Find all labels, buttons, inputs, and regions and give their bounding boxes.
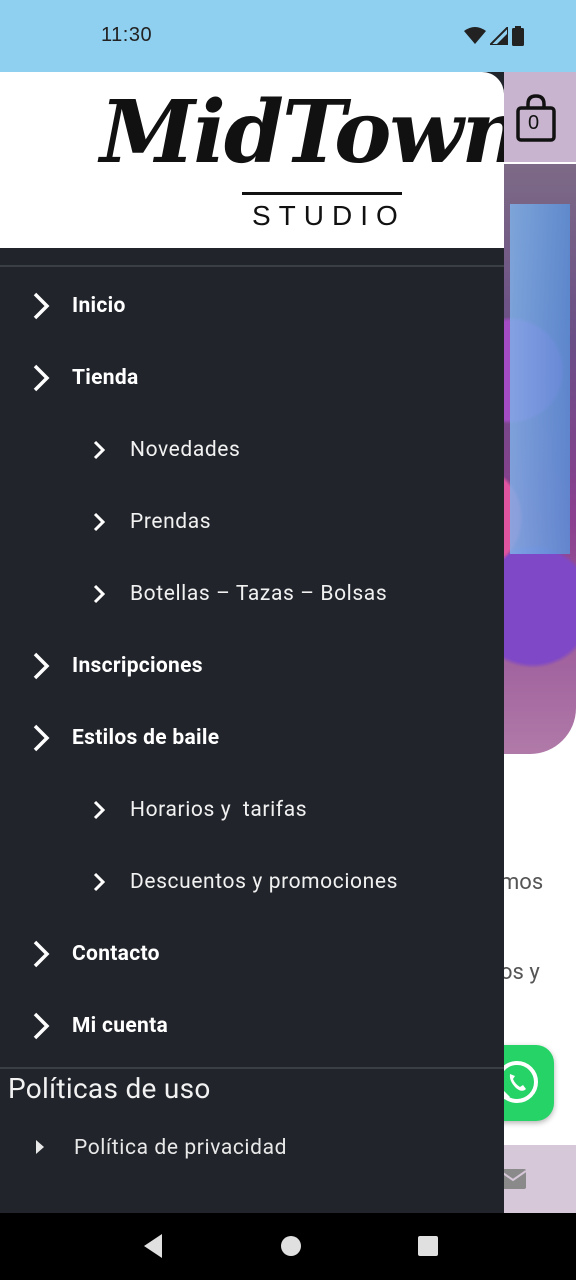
- menu-item-label: Descuentos y promociones: [130, 870, 399, 894]
- chevron-right-icon: [28, 723, 54, 753]
- back-icon[interactable]: [142, 1233, 164, 1259]
- chevron-right-icon: [90, 511, 108, 533]
- menu-item-label: Horarios y tarifas: [130, 798, 308, 822]
- logo-underline: [242, 192, 402, 195]
- cart-count: 0: [528, 112, 540, 134]
- brand-logo[interactable]: MidTown: [100, 82, 504, 183]
- menu-item-mi-cuenta[interactable]: Mi cuenta: [0, 990, 504, 1062]
- chevron-right-icon: [90, 583, 108, 605]
- chevron-right-icon: [28, 363, 54, 393]
- cart-icon[interactable]: 0: [516, 94, 556, 142]
- chevron-right-icon: [28, 651, 54, 681]
- menu-item-horarios-tarifas[interactable]: Horarios y tarifas: [0, 774, 504, 846]
- policies-title: Políticas de uso: [8, 1072, 211, 1105]
- menu-item-label: Mi cuenta: [72, 1014, 169, 1038]
- menu-item-botellas-tazas-bolsas[interactable]: Botellas – Tazas – Bolsas: [0, 558, 504, 630]
- status-time: 11:30: [101, 24, 153, 46]
- wifi-icon: [464, 27, 486, 44]
- brand-logo-sub: STUDIO: [252, 200, 406, 231]
- home-icon[interactable]: [280, 1233, 302, 1259]
- menu-item-prendas[interactable]: Prendas: [0, 486, 504, 558]
- menu-item-label: Inscripciones: [72, 654, 203, 678]
- chevron-right-icon: [28, 291, 54, 321]
- chevron-right-icon: [90, 871, 108, 893]
- chevron-right-icon: [90, 799, 108, 821]
- menu-item-label: Tienda: [72, 366, 139, 390]
- menu-item-label: Novedades: [130, 438, 241, 462]
- menu-item-inscripciones[interactable]: Inscripciones: [0, 630, 504, 702]
- battery-icon: [512, 26, 524, 46]
- divider: [0, 1067, 504, 1069]
- navigation-drawer: MidTown STUDIO Inicio Tienda Novedades P…: [0, 72, 504, 1213]
- status-icons: [464, 26, 524, 46]
- caret-right-icon: [36, 1139, 44, 1158]
- divider: [0, 265, 504, 267]
- menu-item-estilos-de-baile[interactable]: Estilos de baile: [0, 702, 504, 774]
- menu-item-inicio[interactable]: Inicio: [0, 270, 504, 342]
- chevron-right-icon: [28, 1011, 54, 1041]
- hero-sign-letter: [510, 204, 570, 554]
- chevron-right-icon: [90, 439, 108, 461]
- policy-item-label: Política de privacidad: [74, 1136, 288, 1160]
- status-bar: 11:30: [0, 0, 576, 72]
- menu-item-tienda[interactable]: Tienda: [0, 342, 504, 414]
- menu-item-label: Estilos de baile: [72, 726, 220, 750]
- menu-item-label: Prendas: [130, 510, 212, 534]
- menu-item-label: Contacto: [72, 942, 160, 966]
- drawer-header: MidTown STUDIO: [0, 72, 504, 248]
- menu-item-novedades[interactable]: Novedades: [0, 414, 504, 486]
- menu-item-contacto[interactable]: Contacto: [0, 918, 504, 990]
- background-text: os y: [500, 960, 540, 985]
- menu-item-descuentos-promociones[interactable]: Descuentos y promociones: [0, 846, 504, 918]
- policy-item-privacidad[interactable]: Política de privacidad: [0, 1124, 504, 1172]
- menu-item-label: Botellas – Tazas – Bolsas: [130, 582, 388, 606]
- system-nav-bar: [0, 1213, 576, 1280]
- cell-signal-icon: [490, 27, 508, 45]
- background-text: mos: [500, 870, 544, 895]
- chevron-right-icon: [28, 939, 54, 969]
- recents-icon[interactable]: [417, 1233, 439, 1259]
- menu-item-label: Inicio: [72, 294, 126, 318]
